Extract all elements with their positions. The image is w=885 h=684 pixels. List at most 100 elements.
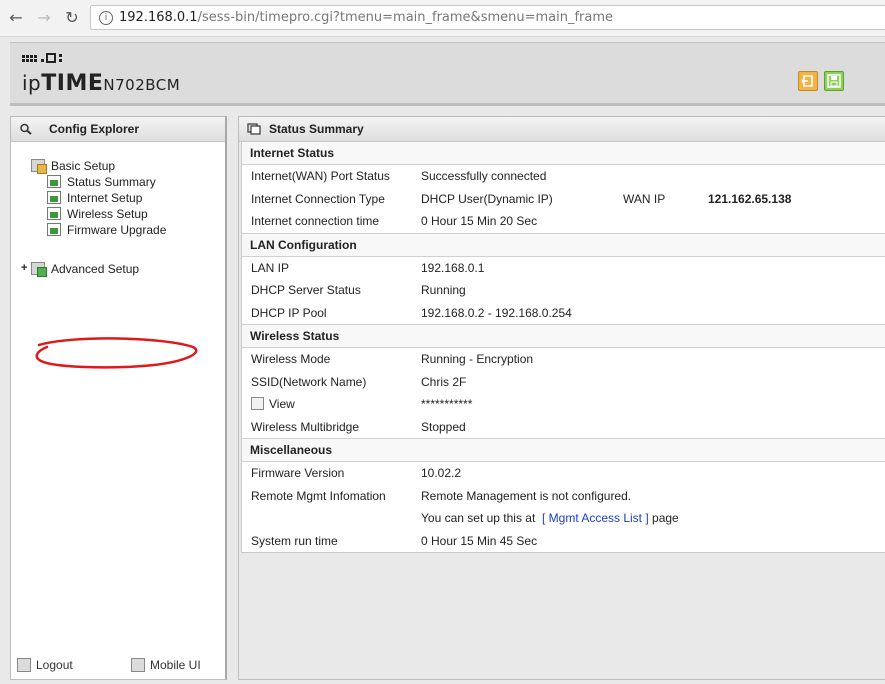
logout-label: Logout: [36, 658, 73, 672]
view-checkbox[interactable]: [251, 397, 264, 410]
wan-ip-value: 121.162.65.138: [708, 191, 792, 206]
table-row: Wireless Mode Running - Encryption: [242, 348, 885, 371]
wifi-icon: [47, 207, 61, 220]
system-run-time-label: System run time: [251, 533, 338, 548]
table-row: DHCP IP Pool 192.168.0.2 - 192.168.0.254: [242, 302, 885, 325]
dhcp-status-label: DHCP Server Status: [251, 283, 361, 297]
logo-model: N702BCM: [103, 76, 181, 94]
lan-ip-value: 192.168.0.1: [421, 260, 485, 275]
table-row: SSID(Network Name) Chris 2F: [242, 371, 885, 394]
logout-button[interactable]: Logout: [17, 658, 73, 672]
config-explorer-title: Config Explorer: [49, 122, 140, 136]
ssid-value: Chris 2F: [421, 374, 467, 389]
status-table: Internet Status Internet(WAN) Port Statu…: [241, 141, 885, 553]
section-miscellaneous: Miscellaneous: [242, 439, 885, 462]
config-explorer-panel: Config Explorer Basic Setup Status Summa…: [10, 116, 227, 680]
upgrade-arrow-icon: [47, 223, 61, 236]
lan-ip-label: LAN IP: [251, 260, 290, 275]
connection-type-value: DHCP User(Dynamic IP): [421, 191, 553, 206]
folder-icon: [31, 159, 47, 174]
mobile-phone-icon: [131, 658, 145, 672]
wan-ip-label: WAN IP: [623, 191, 666, 206]
table-row: You can set up this at [ Mgmt Access Lis…: [242, 507, 885, 530]
view-password-toggle[interactable]: View: [251, 397, 295, 411]
red-circle-annotation: [35, 337, 198, 369]
tree-item-label: Internet Setup: [67, 191, 143, 205]
tree-item-basic-setup[interactable]: Basic Setup: [31, 159, 115, 175]
table-row: DHCP Server Status Running: [242, 279, 885, 302]
status-summary-header: Status Summary: [239, 117, 885, 142]
tree-item-label: Basic Setup: [51, 159, 116, 173]
iptime-logo: ipTIMEN702BCM: [22, 71, 180, 96]
setup-prefix: You can set up this at: [421, 511, 536, 525]
logout-icon: [17, 658, 31, 672]
tree-item-status-summary[interactable]: Status Summary: [47, 175, 156, 191]
view-label: View: [269, 397, 295, 411]
mobile-ui-button[interactable]: Mobile UI: [131, 658, 201, 672]
address-bar[interactable]: i 192.168.0.1/sess-bin/timepro.cgi?tmenu…: [90, 5, 885, 30]
url-path: /sess-bin/timepro.cgi?tmenu=main_frame&s…: [197, 10, 614, 25]
bar-chart-icon: [47, 175, 61, 188]
url-text[interactable]: 192.168.0.1/sess-bin/timepro.cgi?tmenu=m…: [119, 10, 613, 25]
left-panel-footer: Logout Mobile UI: [11, 653, 226, 679]
info-icon[interactable]: i: [99, 11, 113, 25]
remote-mgmt-value: Remote Management is not configured.: [421, 488, 632, 503]
tree-item-firmware-upgrade[interactable]: Firmware Upgrade: [47, 223, 166, 239]
search-icon: [20, 123, 32, 135]
port-status-label: Internet(WAN) Port Status: [251, 169, 390, 183]
table-row: LAN IP 192.168.0.1: [242, 257, 885, 280]
table-row: Internet connection time 0 Hour 15 Min 2…: [242, 210, 885, 234]
mobile-ui-label: Mobile UI: [150, 658, 201, 672]
connection-time-label: Internet connection time: [251, 214, 380, 228]
document-icon: [247, 123, 261, 135]
firmware-version-value: 10.02.2: [421, 466, 462, 480]
table-row: View ***********: [242, 393, 885, 416]
expand-plus-icon[interactable]: +: [21, 262, 27, 274]
wireless-mode-value: Running - Encryption: [421, 352, 534, 366]
connection-time-value: 0 Hour 15 Min 20 Sec: [421, 214, 538, 228]
reload-icon[interactable]: ↻: [62, 8, 82, 28]
status-summary-title: Status Summary: [269, 122, 364, 136]
wireless-mode-label: Wireless Mode: [251, 352, 331, 366]
logo-time: TIME: [41, 71, 104, 96]
monitor-icon: [47, 191, 61, 204]
table-row: Internet Connection Type DHCP User(Dynam…: [242, 188, 885, 211]
logo-ip: ip: [22, 71, 42, 95]
multibridge-value: Stopped: [421, 419, 466, 434]
multibridge-label: Wireless Multibridge: [251, 419, 360, 434]
dhcp-pool-value: 192.168.0.2 - 192.168.0.254: [421, 305, 572, 320]
forward-arrow-icon[interactable]: →: [34, 8, 54, 28]
mgmt-access-list-link[interactable]: [ Mgmt Access List ]: [542, 511, 649, 525]
tree-item-label: Advanced Setup: [51, 262, 140, 276]
tree-item-advanced-setup[interactable]: + Advanced Setup: [15, 262, 139, 278]
iptime-logo-dots: [22, 53, 62, 63]
section-wireless-status: Wireless Status: [242, 325, 885, 348]
table-row: Wireless Multibridge Stopped: [242, 416, 885, 439]
mgmt-setup-hint: You can set up this at [ Mgmt Access Lis…: [421, 511, 679, 525]
url-host: 192.168.0.1: [119, 10, 198, 25]
wireless-password-value: ***********: [421, 397, 473, 411]
browser-toolbar: ← → ↻ i 192.168.0.1/sess-bin/timepro.cgi…: [0, 0, 885, 37]
tree-item-wireless-setup[interactable]: Wireless Setup: [47, 207, 148, 223]
tree-item-label: Wireless Setup: [67, 207, 148, 221]
config-explorer-header: Config Explorer: [11, 117, 225, 142]
table-row: Remote Mgmt Infomation Remote Management…: [242, 485, 885, 508]
firmware-version-label: Firmware Version: [251, 466, 345, 480]
section-lan-configuration: LAN Configuration: [242, 233, 885, 257]
dhcp-pool-label: DHCP IP Pool: [251, 305, 327, 320]
tree-item-label: Firmware Upgrade: [67, 223, 167, 237]
table-row: Firmware Version 10.02.2: [242, 462, 885, 485]
save-icon[interactable]: [824, 71, 844, 91]
setup-suffix: page: [652, 511, 679, 525]
system-run-time-value: 0 Hour 15 Min 45 Sec: [421, 533, 538, 548]
tree-item-internet-setup[interactable]: Internet Setup: [47, 191, 142, 207]
logout-icon[interactable]: [798, 71, 818, 91]
section-internet-status: Internet Status: [242, 142, 885, 165]
folder-icon: [31, 262, 47, 277]
tree-item-label: Status Summary: [67, 175, 156, 189]
dhcp-status-value: Running: [421, 283, 466, 297]
ssid-label: SSID(Network Name): [251, 374, 367, 389]
back-arrow-icon[interactable]: ←: [6, 8, 26, 28]
remote-mgmt-label: Remote Mgmt Infomation: [251, 488, 386, 503]
connection-type-label: Internet Connection Type: [251, 191, 385, 206]
